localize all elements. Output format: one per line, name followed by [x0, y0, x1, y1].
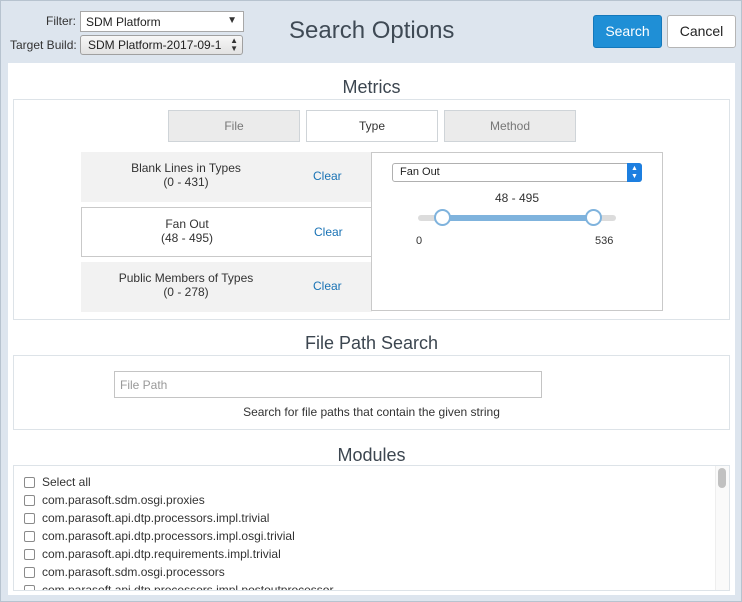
metric-range: (0 - 431) [163, 175, 209, 189]
scrollbar-track[interactable] [715, 466, 729, 590]
list-item[interactable]: com.parasoft.sdm.osgi.processors [24, 565, 225, 583]
list-item[interactable]: com.parasoft.api.dtp.processors.impl.pos… [24, 583, 333, 590]
target-build-select[interactable]: SDM Platform-2017-09-1 ▲ ▼ [80, 35, 243, 55]
clear-link[interactable]: Clear [314, 225, 343, 239]
metric-range: (48 - 495) [160, 231, 214, 245]
metric-row[interactable]: Public Members of Types (0 - 278) Clear [81, 262, 372, 312]
list-item[interactable]: com.parasoft.api.dtp.processors.impl.osg… [24, 529, 295, 547]
clear-link[interactable]: Clear [313, 279, 342, 293]
list-item[interactable]: com.parasoft.api.dtp.processors.impl.tri… [24, 511, 269, 529]
slider-min-label: 0 [416, 235, 423, 247]
filter-select[interactable]: SDM Platform ▼ [80, 11, 244, 32]
clear-link[interactable]: Clear [313, 169, 342, 183]
metric-detail-panel: Fan Out ▲ ▼ 48 - 495 0 536 [371, 152, 663, 311]
select-all-checkbox[interactable]: Select all [24, 475, 91, 493]
list-item[interactable]: com.parasoft.sdm.osgi.proxies [24, 493, 205, 511]
metric-name: Fan Out [165, 217, 209, 231]
checkbox-icon [24, 567, 35, 578]
dialog-title: Search Options [289, 17, 455, 44]
target-build-value: SDM Platform-2017-09-1 [88, 38, 222, 52]
metric-select[interactable]: Fan Out ▲ ▼ [392, 163, 642, 182]
metrics-title: Metrics [342, 77, 401, 97]
search-options-dialog: Filter: SDM Platform ▼ Target Build: SDM… [0, 0, 742, 602]
search-button[interactable]: Search [593, 15, 662, 48]
metric-name: Blank Lines in Types [131, 161, 241, 175]
slider-handle-high[interactable] [585, 209, 602, 226]
checkbox-icon [24, 477, 35, 488]
checkbox-icon [24, 531, 35, 542]
tab-type[interactable]: Type [306, 110, 438, 142]
up-down-arrows-icon: ▲ ▼ [230, 36, 238, 53]
file-path-help: Search for file paths that contain the g… [243, 405, 500, 419]
filter-label: Filter: [46, 14, 76, 28]
tab-method[interactable]: Method [444, 110, 576, 142]
metric-row-selected[interactable]: Fan Out (48 - 495) Clear [81, 207, 372, 257]
filter-value: SDM Platform [86, 15, 161, 29]
file-path-title: File Path Search [304, 333, 439, 353]
slider-handle-low[interactable] [434, 209, 451, 226]
file-path-input[interactable]: File Path [114, 371, 542, 398]
tab-file[interactable]: File [168, 110, 300, 142]
checkbox-icon [24, 513, 35, 524]
metric-row[interactable]: Blank Lines in Types (0 - 431) Clear [81, 152, 372, 202]
checkbox-icon [24, 549, 35, 560]
metric-name: Public Members of Types [118, 271, 254, 285]
checkbox-icon [24, 495, 35, 506]
list-item[interactable]: com.parasoft.api.dtp.requirements.impl.t… [24, 547, 281, 565]
slider-fill [442, 215, 594, 221]
range-slider[interactable] [418, 209, 616, 226]
scrollbar-thumb[interactable] [718, 468, 726, 488]
modules-title: Modules [337, 445, 406, 465]
metric-range: (0 - 278) [163, 285, 209, 299]
options-panel: Metrics File Type Method Blank Lines in … [8, 63, 735, 595]
cancel-button[interactable]: Cancel [667, 15, 736, 48]
range-label: 48 - 495 [494, 191, 540, 205]
caret-down-icon: ▼ [227, 15, 237, 26]
target-build-label: Target Build: [10, 38, 77, 52]
checkbox-icon [24, 585, 35, 590]
metric-select-value: Fan Out [400, 166, 440, 178]
modules-list: Select all com.parasoft.sdm.osgi.proxies… [13, 465, 730, 591]
slider-max-label: 536 [595, 235, 614, 247]
up-down-arrows-icon: ▲ ▼ [627, 163, 642, 182]
